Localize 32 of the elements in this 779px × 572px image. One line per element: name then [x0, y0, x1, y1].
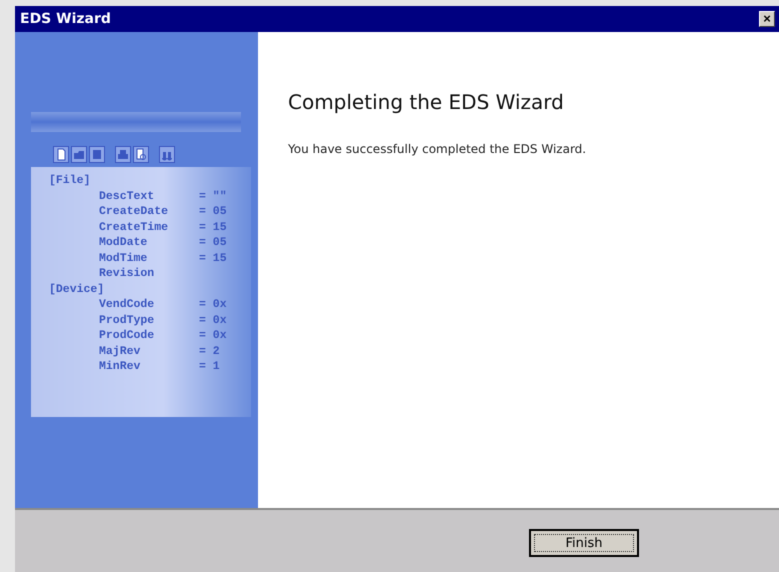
- entry-key: CreateDate: [99, 204, 199, 220]
- entry-key: ModDate: [99, 235, 199, 250]
- entry-value: = 0x: [199, 328, 227, 344]
- completion-message: You have successfully completed the EDS Wizard.: [288, 142, 588, 156]
- section-header: [File]: [49, 173, 90, 188]
- entry-key: Revision: [99, 266, 199, 282]
- entry-value: = 0x: [199, 297, 227, 312]
- entry-value: = 05: [199, 204, 227, 220]
- finish-button[interactable]: Finish: [529, 529, 639, 557]
- folder-icon: [71, 146, 87, 163]
- entry-key: MinRev: [99, 359, 199, 374]
- entry-value: = 0x: [199, 312, 227, 328]
- window-title: EDS Wizard: [20, 11, 111, 27]
- entry-value: = "": [199, 188, 227, 204]
- page-icon: [53, 146, 69, 163]
- entry-key: DescText: [99, 188, 199, 204]
- preview-icon: [133, 146, 149, 163]
- entry-key: ProdType: [99, 312, 199, 328]
- entry-key: MajRev: [99, 344, 199, 359]
- printer-icon: [115, 146, 131, 163]
- close-button[interactable]: ×: [759, 11, 775, 27]
- section-header: [Device]: [49, 282, 104, 297]
- entry-key: ModTime: [99, 250, 199, 266]
- entry-value: = 2: [199, 344, 220, 359]
- entry-key: ProdCode: [99, 328, 199, 344]
- entry-value: = 1: [199, 359, 220, 374]
- entry-value: = 15: [199, 250, 227, 266]
- entry-key: VendCode: [99, 297, 199, 312]
- entry-value: = 15: [199, 220, 227, 235]
- page-heading: Completing the EDS Wizard: [288, 90, 565, 114]
- entry-key: CreateTime: [99, 220, 199, 235]
- entry-value: = 05: [199, 235, 227, 250]
